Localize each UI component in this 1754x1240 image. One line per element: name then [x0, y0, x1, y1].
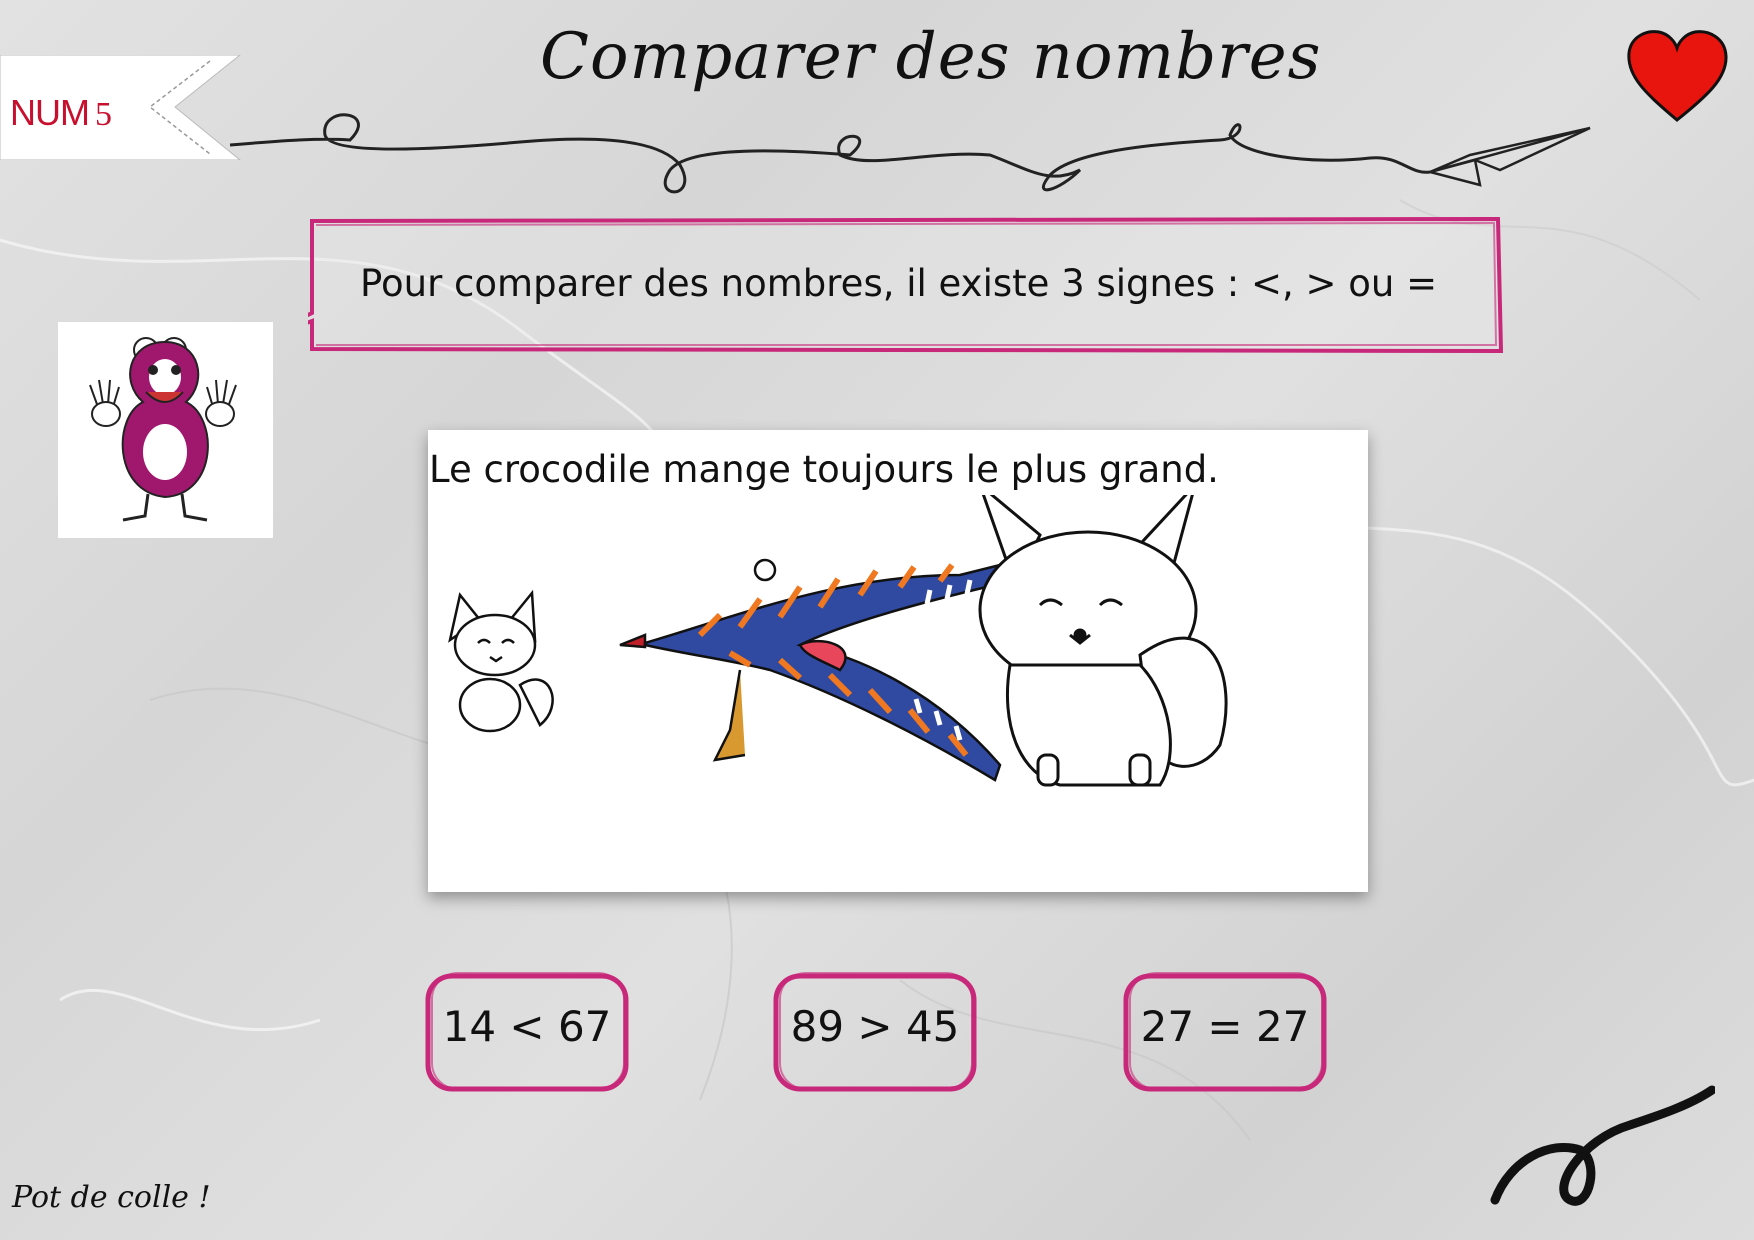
heart-icon — [1627, 30, 1728, 122]
crocodile-illustration — [448, 495, 1228, 787]
small-fox-drawing — [448, 589, 554, 733]
num-tag-label: NUM 5 — [10, 92, 112, 134]
number-eight-mascot — [58, 322, 273, 538]
title-underline-swirl — [230, 113, 1591, 194]
comparison-card: 27 = 27 — [1120, 970, 1330, 1095]
crocodile-drawing — [619, 558, 1002, 782]
big-fox-drawing — [978, 495, 1228, 787]
bubble-text: Pour comparer des nombres, il existe 3 s… — [360, 262, 1438, 305]
corner-swirl — [1490, 1085, 1715, 1206]
page-title: Comparer des nombres — [540, 20, 1322, 94]
comparison-text: 89 > 45 — [790, 1002, 960, 1051]
num-tag-prefix: NUM — [10, 92, 90, 133]
comparison-text: 14 < 67 — [442, 1002, 612, 1051]
num-tag-number: 5 — [94, 96, 112, 133]
card-caption: Le crocodile mange toujours le plus gran… — [429, 448, 1219, 491]
paper-plane-icon — [1425, 126, 1591, 187]
comparison-text: 27 = 27 — [1140, 1002, 1310, 1051]
comparison-card: 89 > 45 — [770, 970, 980, 1095]
comparison-card: 14 < 67 — [422, 970, 632, 1095]
signature-text: Pot de colle ! — [12, 1180, 211, 1215]
